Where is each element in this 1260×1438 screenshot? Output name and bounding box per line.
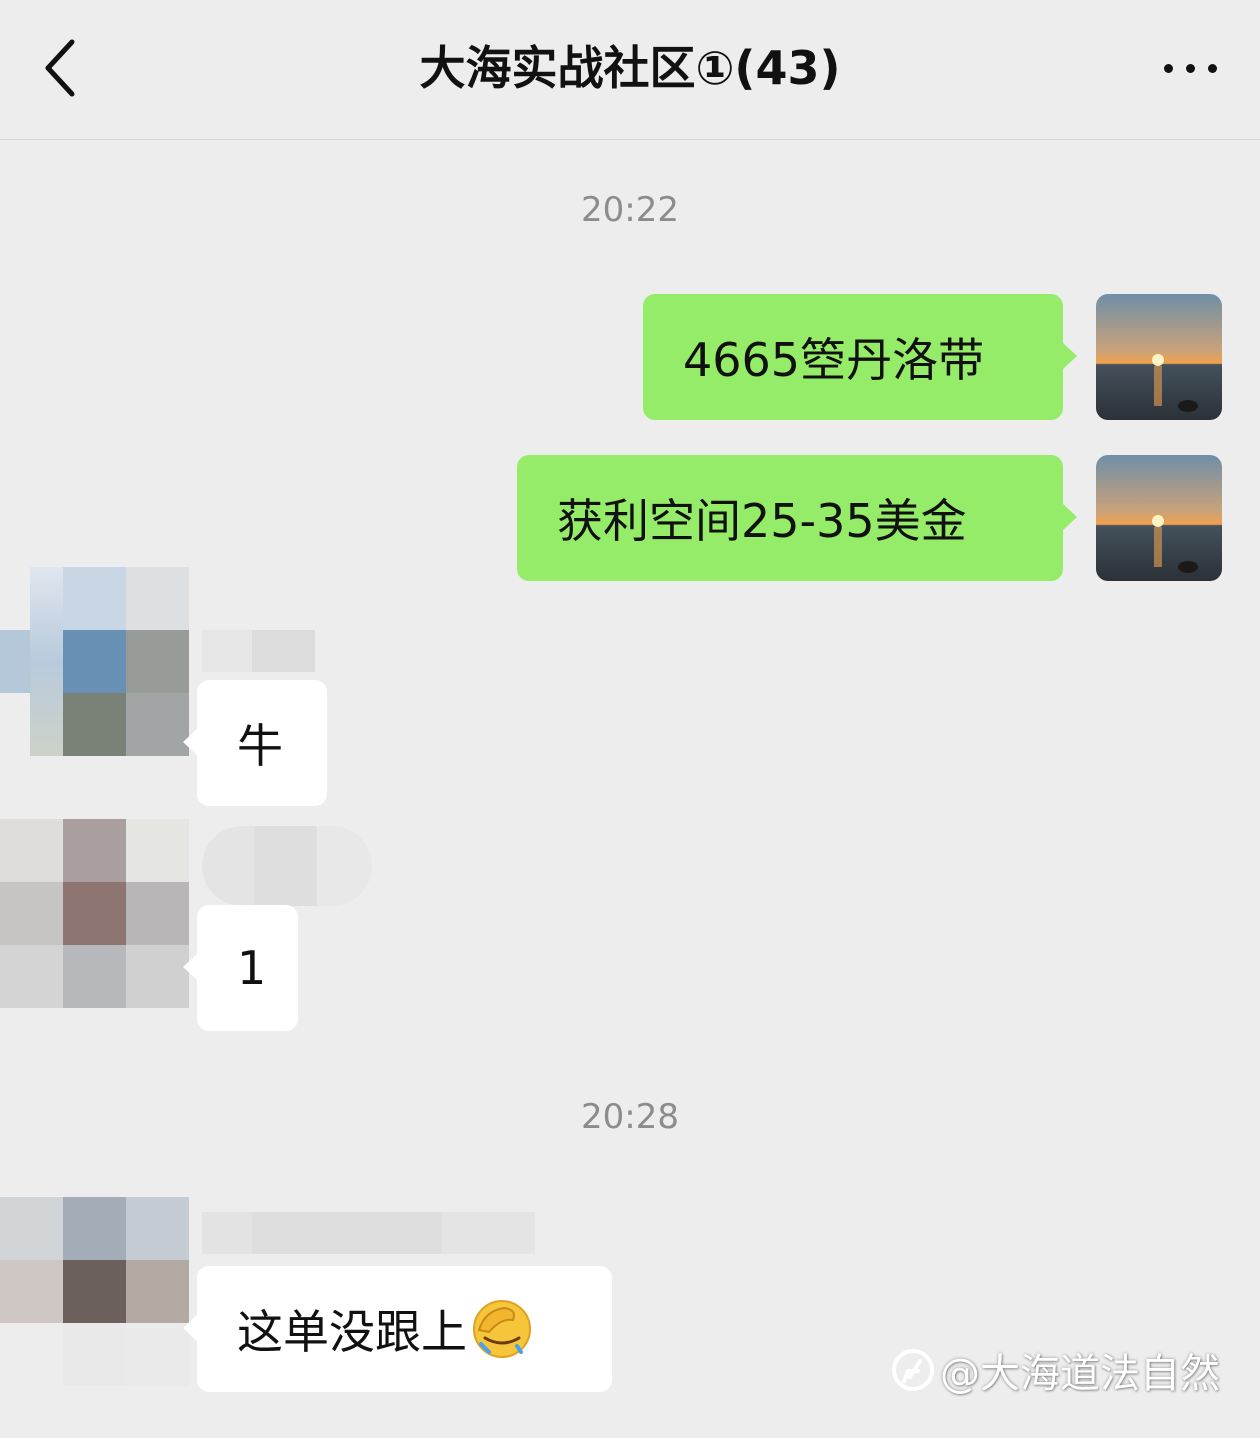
avatar[interactable] — [0, 1197, 189, 1386]
facepalm-emoji-icon — [473, 1300, 531, 1358]
timestamp: 20:28 — [581, 1097, 679, 1137]
message-bubble-outgoing[interactable]: 获利空间25-35美金 — [517, 455, 1077, 581]
back-button[interactable] — [30, 28, 90, 108]
message-text: 这单没跟上 — [237, 1305, 467, 1359]
message-bubble-incoming[interactable]: 牛 — [183, 680, 327, 806]
message-text: 获利空间25-35美金 — [557, 494, 967, 548]
avatar[interactable] — [0, 567, 189, 756]
more-dots-icon — [1164, 64, 1173, 73]
chat-header: 大海实战社区①(43) — [0, 0, 1260, 140]
watermark-text: @大海道法自然 — [940, 1351, 1220, 1397]
message-text: 4665箜丹洛带 — [683, 333, 985, 387]
chat-title: 大海实战社区①(43) — [419, 41, 841, 95]
avatar[interactable] — [1096, 455, 1222, 581]
more-button[interactable] — [1150, 40, 1230, 96]
avatar[interactable] — [0, 819, 189, 1008]
sunset-avatar — [1096, 294, 1222, 420]
watermark: @大海道法自然 — [890, 1342, 1250, 1398]
sender-name — [202, 826, 372, 906]
message-bubble-incoming[interactable]: 1 — [183, 905, 298, 1031]
sender-name — [202, 1212, 535, 1254]
watermark-logo-icon — [892, 1349, 934, 1391]
sunset-avatar — [1096, 455, 1222, 581]
message-text: 1 — [237, 941, 267, 995]
message-bubble-outgoing[interactable]: 4665箜丹洛带 — [643, 294, 1077, 420]
message-bubble-incoming[interactable]: 这单没跟上 — [183, 1266, 612, 1392]
back-arrow-icon — [45, 39, 75, 97]
avatar[interactable] — [1096, 294, 1222, 420]
timestamp: 20:22 — [581, 190, 679, 230]
message-text: 牛 — [237, 719, 283, 773]
sender-name — [202, 630, 327, 672]
